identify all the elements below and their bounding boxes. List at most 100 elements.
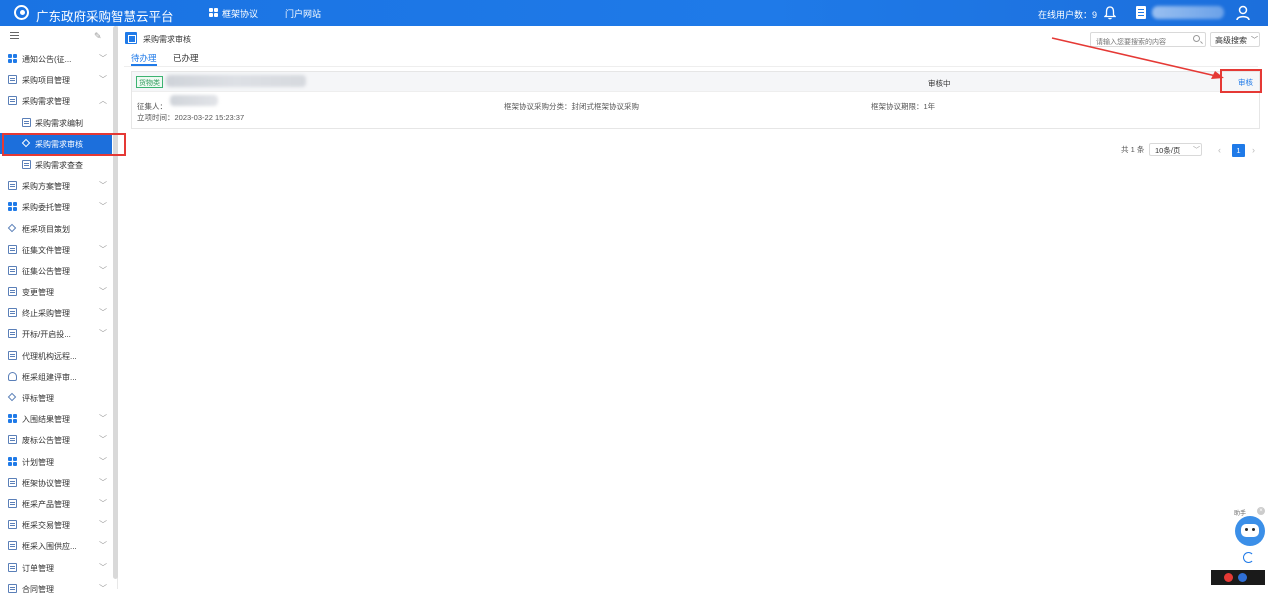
sidebar-item-label: 采购项目管理: [22, 76, 70, 86]
chevron-down-icon: ﹀: [1251, 37, 1258, 44]
chevron-down-icon: ﹀: [99, 54, 107, 63]
sidebar-item[interactable]: 订单管理 ﹀: [0, 557, 112, 578]
prev-page-icon[interactable]: ‹: [1218, 145, 1221, 155]
chevron-up-icon: ︿: [99, 96, 107, 106]
grid-icon: [8, 414, 17, 424]
sidebar-item[interactable]: 框采组建评审...: [0, 366, 112, 387]
sidebar-item-label: 征集文件管理: [22, 245, 70, 255]
top-bar: 广东政府采购智慧云平台 框架协议 门户网站 在线用户数：9: [0, 0, 1268, 26]
sidebar-item[interactable]: 通知公告(征... ﹀: [0, 48, 112, 69]
status-text: 审核中: [928, 79, 951, 88]
chevron-down-icon: ﹀: [99, 244, 107, 254]
doc-icon: [8, 75, 17, 85]
page-size-value: 10条/页: [1155, 146, 1181, 155]
sidebar-item-label: 框采产品管理: [22, 499, 70, 509]
next-page-icon[interactable]: ›: [1252, 145, 1255, 155]
grid-icon: [8, 54, 17, 63]
sidebar-item[interactable]: 采购方案管理 ﹀: [0, 175, 112, 196]
category-tag: 货物类: [136, 76, 163, 88]
refresh-icon[interactable]: [1243, 552, 1254, 563]
sidebar-item[interactable]: 框采入围供应... ﹀: [0, 535, 112, 556]
sidebar-item[interactable]: 计划管理 ﹀: [0, 451, 112, 472]
sidebar-item-label: 采购方案管理: [22, 182, 70, 192]
sidebar-item[interactable]: 框采项目策划: [0, 218, 112, 239]
chevron-down-icon: ﹀: [99, 287, 107, 297]
sidebar-item[interactable]: 评标管理: [0, 387, 112, 408]
sidebar-item-label: 计划管理: [22, 457, 54, 467]
chevron-down-icon: ﹀: [99, 308, 107, 318]
sidebar-scrollbar[interactable]: [113, 26, 118, 579]
sidebar-item[interactable]: 采购需求查查: [0, 154, 112, 175]
total-count: 共 1 条: [1121, 145, 1145, 154]
doc-icon: [22, 159, 31, 169]
close-icon[interactable]: ×: [1257, 507, 1265, 515]
doc-icon: [8, 541, 17, 551]
chevron-down-icon: ﹀: [99, 414, 107, 424]
diamond-icon: [7, 392, 17, 402]
chevron-down-icon: ﹀: [99, 75, 107, 85]
sidebar-item[interactable]: 代理机构远程...: [0, 345, 112, 366]
sidebar-item[interactable]: 变更管理 ﹀: [0, 281, 112, 302]
sidebar-item[interactable]: 采购委托管理 ﹀: [0, 196, 112, 217]
sidebar-item[interactable]: 废标公告管理 ﹀: [0, 429, 112, 450]
sidebar-item-label: 采购需求编制: [35, 118, 83, 128]
chevron-down-icon: ﹀: [99, 498, 107, 508]
tab-pending[interactable]: 待办理: [131, 52, 157, 64]
tray-s-icon[interactable]: [1224, 573, 1233, 582]
sidebar-item[interactable]: 终止采购管理 ﹀: [0, 302, 112, 323]
online-users-count: 在线用户数：9: [1038, 10, 1098, 20]
chevron-down-icon: ﹀: [99, 520, 107, 530]
doc-icon: [8, 244, 17, 254]
person-icon: [8, 371, 17, 381]
sidebar-item[interactable]: 采购项目管理 ﹀: [0, 69, 112, 90]
chevron-down-icon: ﹀: [99, 435, 107, 445]
annotation-arrow: [1051, 37, 1224, 79]
sidebar-item[interactable]: 合同管理 ﹀: [0, 578, 112, 599]
system-tray: [1211, 570, 1265, 585]
tab-done[interactable]: 已办理: [173, 52, 199, 64]
sidebar-item[interactable]: 征集公告管理 ﹀: [0, 260, 112, 281]
tray-help-icon[interactable]: [1238, 573, 1247, 582]
bell-icon[interactable]: [1104, 6, 1116, 20]
sidebar-item-label: 开标/开启投...: [22, 330, 71, 340]
menu-toggle-icon[interactable]: [10, 32, 19, 39]
nav-portal-website[interactable]: 门户网站: [285, 7, 321, 20]
sidebar-item[interactable]: 征集文件管理 ﹀: [0, 239, 112, 260]
document-icon[interactable]: [1136, 6, 1146, 19]
sidebar-item[interactable]: 入围结果管理 ﹀: [0, 408, 112, 429]
sidebar-item-label: 框采交易管理: [22, 521, 70, 531]
doc-icon: [8, 520, 17, 530]
main-content: 采购需求审核 高级搜索 ﹀ 待办理 已办理 货物类 审核中 审核 征集人： 框架…: [124, 26, 1268, 589]
diamond-icon: [21, 138, 31, 147]
sidebar-item-label: 合同管理: [22, 584, 54, 594]
sidebar-item[interactable]: 开标/开启投... ﹀: [0, 323, 112, 344]
user-icon[interactable]: [1236, 5, 1250, 21]
page-size-select[interactable]: 10条/页 ﹀: [1149, 143, 1202, 156]
doc-icon: [8, 308, 17, 318]
chevron-down-icon: ﹀: [99, 202, 107, 212]
doc-icon: [8, 181, 17, 191]
doc-icon: [8, 287, 17, 297]
sidebar-item[interactable]: 框采交易管理 ﹀: [0, 514, 112, 535]
sidebar-item[interactable]: 采购需求审核: [0, 132, 112, 154]
chevron-down-icon: ﹀: [99, 541, 107, 551]
nav-framework-agreement[interactable]: 框架协议: [222, 7, 258, 20]
sidebar-item[interactable]: 采购需求编制: [0, 112, 112, 133]
sidebar-item-label: 变更管理: [22, 288, 54, 298]
sidebar-item[interactable]: 框架协议管理 ﹀: [0, 472, 112, 493]
chevron-down-icon: ﹀: [99, 477, 107, 487]
current-page-button[interactable]: 1: [1232, 144, 1245, 157]
robot-assistant-icon[interactable]: [1235, 516, 1265, 546]
doc-icon: [8, 477, 17, 487]
chevron-down-icon: ﹀: [99, 456, 107, 466]
grid-icon: [8, 202, 17, 212]
review-button[interactable]: 审核: [1238, 77, 1253, 88]
pin-icon[interactable]: ✎: [94, 31, 102, 42]
sidebar-item[interactable]: 框采产品管理 ﹀: [0, 493, 112, 514]
sidebar-menu: 通知公告(征... ﹀ 采购项目管理 ﹀ 采购需求管理 ︿ 采购需求编制采购需求审核 采购需求…: [0, 48, 112, 599]
sidebar-item-label: 订单管理: [22, 563, 54, 573]
framework-grid-icon: [209, 8, 218, 17]
doc-icon: [8, 350, 17, 360]
sidebar-item[interactable]: 采购需求管理 ︿: [0, 90, 112, 111]
procurement-type: 框架协议采购分类：封闭式框架协议采购: [504, 102, 639, 111]
